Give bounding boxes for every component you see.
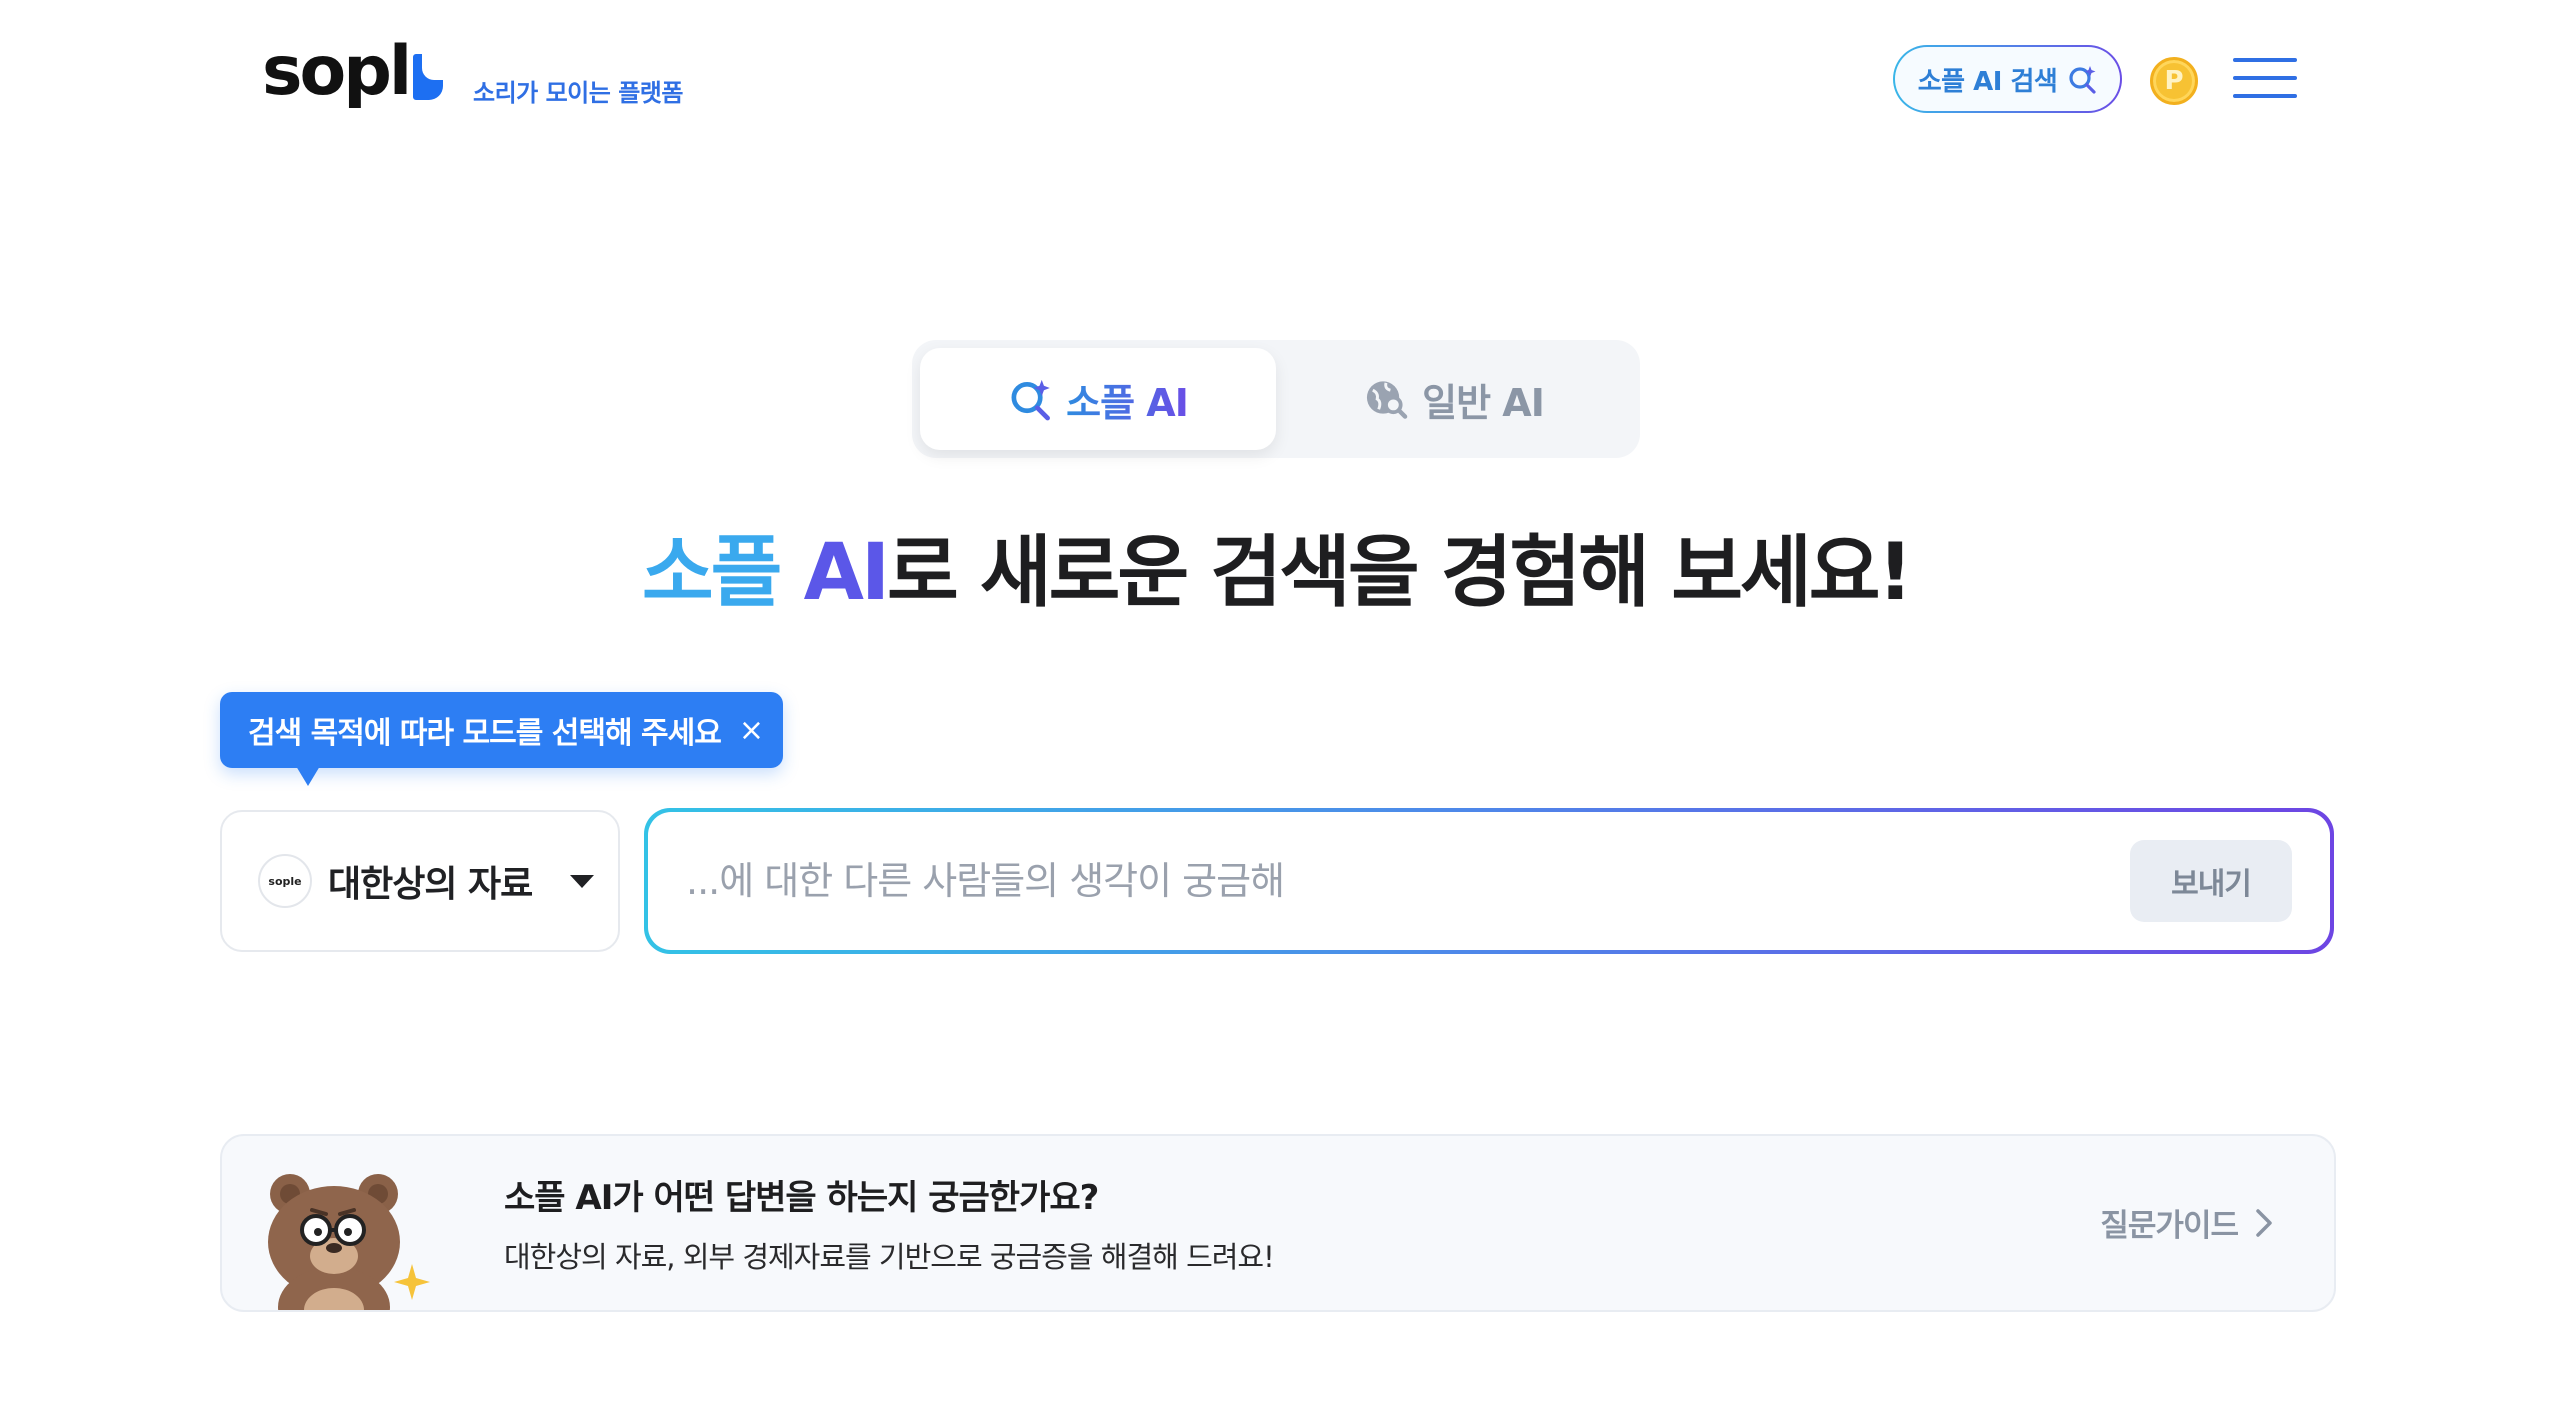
ai-sparkle-search-icon <box>2069 66 2096 94</box>
tagline: 소리가 모이는 플랫폼 <box>473 79 683 107</box>
mode-toggle: 소플 AI 일반 AI <box>912 340 1640 458</box>
mode-hint-tooltip: 검색 목적에 따라 모드를 선택해 주세요 × <box>220 692 783 786</box>
tab-sople-ai[interactable]: 소플 AI <box>920 348 1276 450</box>
headline-brand: 소플 <box>641 528 783 618</box>
source-selected-value: 대한상의 자료 <box>328 864 533 905</box>
page: sopl 소리가 모이는 플랫폼 소플 AI 검색 P 소플 AI 일반 AI … <box>0 0 2552 1422</box>
source-logo-badge: sople <box>258 854 312 908</box>
headline-rest: 로 새로운 검색을 경험해 보세요! <box>887 528 1913 618</box>
bear-mascot-icon <box>268 1174 430 1310</box>
source-dropdown[interactable]: sople 대한상의 자료 <box>220 810 620 952</box>
hamburger-menu-icon[interactable] <box>2233 58 2297 102</box>
point-coin-icon[interactable]: P <box>2150 57 2198 105</box>
close-icon[interactable]: × <box>739 713 764 748</box>
logo-wordmark: sopl <box>262 32 412 111</box>
search-input[interactable] <box>686 859 2130 903</box>
banner-description: 대한상의 자료, 외부 경제자료를 기반으로 궁금증을 해결해 드려요! <box>504 1240 1275 1274</box>
globe-search-icon <box>1367 381 1408 419</box>
headline-ai: AI <box>803 528 890 618</box>
question-guide-label: 질문가이드 <box>2100 1208 2239 1244</box>
ai-sparkle-search-icon <box>1011 379 1051 421</box>
banner-title: 소플 AI가 어떤 답변을 하는지 궁금한가요? <box>504 1178 1099 1218</box>
sople-logo[interactable]: sopl <box>262 32 444 111</box>
page-headline: 소플 AI로 새로운 검색을 경험해 보세요! <box>0 510 2552 622</box>
search-box: 보내기 <box>644 808 2334 954</box>
tooltip-text: 검색 목적에 따라 모드를 선택해 주세요 <box>248 716 722 751</box>
question-guide-link[interactable]: 질문가이드 <box>2100 1200 2274 1245</box>
ai-search-label: 소플 AI 검색 <box>1917 66 2058 97</box>
tab-sople-ai-label: 소플 AI <box>1066 372 1189 427</box>
chevron-down-icon <box>570 874 595 888</box>
tab-general-ai-label: 일반 AI <box>1422 380 1545 425</box>
guide-banner: 소플 AI가 어떤 답변을 하는지 궁금한가요? 대한상의 자료, 외부 경제자… <box>220 1134 2336 1312</box>
chevron-right-icon <box>2256 1208 2272 1237</box>
logo-mark-icon <box>413 54 444 100</box>
tab-general-ai[interactable]: 일반 AI <box>1276 348 1632 450</box>
ai-search-button[interactable]: 소플 AI 검색 <box>1893 45 2122 113</box>
send-button[interactable]: 보내기 <box>2130 840 2292 922</box>
